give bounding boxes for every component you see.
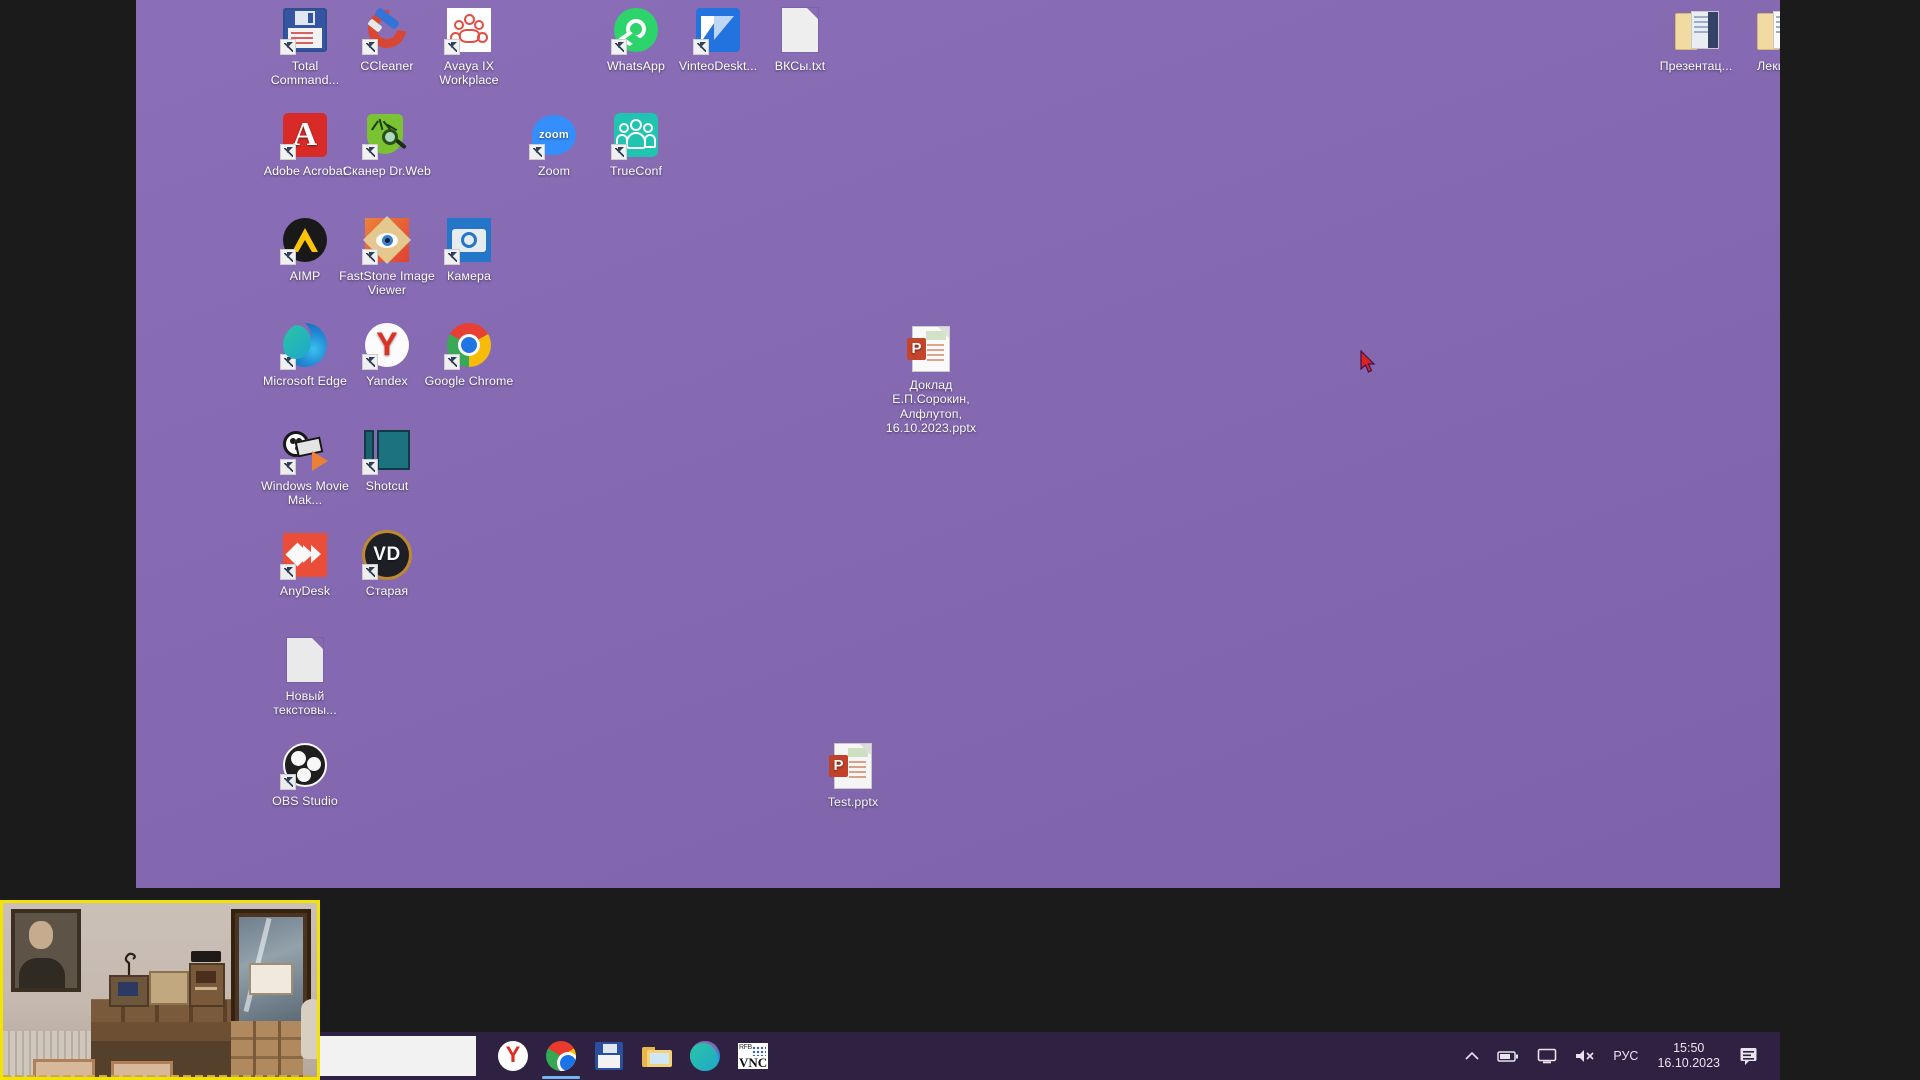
desktop-icon-label: TrueConf	[588, 164, 684, 178]
desktop-icon-new-text-document[interactable]: Новый текстовы...	[257, 636, 353, 718]
trueconf-icon	[612, 111, 660, 159]
webcam-video-frame	[3, 903, 317, 1077]
desktop-icon-shotcut[interactable]: Shotcut	[339, 426, 435, 493]
notification-icon	[1739, 1046, 1761, 1066]
total-commander-icon	[595, 1042, 623, 1070]
screen-root: Total Command... CCleaner A	[0, 0, 1920, 1080]
folder-icon	[1672, 6, 1720, 54]
battery-button[interactable]	[1488, 1032, 1528, 1080]
file-explorer-icon	[642, 1044, 672, 1069]
zoom-icon: zoom	[530, 111, 578, 159]
clock[interactable]: 15:50 16.10.2023	[1647, 1041, 1730, 1071]
google-chrome-icon	[546, 1041, 576, 1071]
total-commander-icon	[281, 6, 329, 54]
faststone-image-viewer-icon	[363, 216, 411, 264]
desktop-icon-label: Новый текстовы...	[257, 689, 353, 718]
clock-time: 15:50	[1657, 1041, 1720, 1056]
desktop-icon-dr-web-scanner[interactable]: Сканер Dr.Web	[339, 111, 435, 178]
windows-movie-maker-icon	[281, 426, 329, 474]
battery-icon	[1497, 1049, 1519, 1063]
ccleaner-icon	[363, 6, 411, 54]
anydesk-icon	[281, 531, 329, 579]
desktop-icon-trueconf[interactable]: TrueConf	[588, 111, 684, 178]
desktop-icon-label: Shotcut	[339, 479, 435, 493]
taskbar[interactable]: Y RFBVNC	[136, 1032, 1780, 1080]
network-button[interactable]	[1528, 1032, 1566, 1080]
desktop-icon-google-chrome[interactable]: Google Chrome	[421, 321, 517, 388]
desktop-icon-staraya[interactable]: VD Старая	[339, 531, 435, 598]
desktop-icon-label: OBS Studio	[257, 794, 353, 808]
taskbar-edge[interactable]	[688, 1039, 722, 1073]
desktop-icon-label: Сканер Dr.Web	[339, 164, 435, 178]
folder-icon	[1754, 6, 1780, 54]
show-hidden-icons-button[interactable]	[1456, 1032, 1488, 1080]
yandex-icon: Y	[363, 321, 411, 369]
dr-web-scanner-icon	[363, 111, 411, 159]
vnc-viewer-icon: RFBVNC	[738, 1043, 768, 1069]
language-indicator[interactable]: РУС	[1604, 1032, 1647, 1080]
microsoft-edge-icon	[690, 1041, 720, 1071]
desktop-icon-label: Доклад Е.П.Сорокин, Алфлутоп, 16.10.2023…	[881, 378, 981, 436]
mouse-cursor	[1360, 350, 1377, 374]
speaker-muted-icon	[1575, 1048, 1595, 1064]
system-tray[interactable]: РУС 15:50 16.10.2023	[1456, 1032, 1770, 1080]
taskbar-total-commander[interactable]	[592, 1039, 626, 1073]
taskbar-file-explorer[interactable]	[640, 1039, 674, 1073]
powerpoint-file-icon: P	[829, 742, 877, 790]
taskbar-app-buttons[interactable]: Y RFBVNC	[496, 1032, 770, 1080]
network-monitor-icon	[1537, 1048, 1557, 1064]
desktop-icon-obs-studio[interactable]: OBS Studio	[257, 741, 353, 808]
desktop-icon-label: Камера	[421, 269, 517, 283]
desktop-icon-label: Avaya IX Workplace	[421, 59, 517, 88]
desktop-icon-test-pptx[interactable]: P Test.pptx	[805, 742, 901, 809]
vinteo-desktop-icon	[694, 6, 742, 54]
chevron-up-icon	[1465, 1051, 1479, 1061]
aimp-icon	[281, 216, 329, 264]
vd-icon: VD	[363, 531, 411, 579]
desktop-icon-label: Google Chrome	[421, 374, 517, 388]
taskbar-chrome[interactable]	[544, 1039, 578, 1073]
language-label: РУС	[1613, 1049, 1638, 1063]
whatsapp-icon	[612, 6, 660, 54]
desktop-icon-label: Старая	[339, 584, 435, 598]
camera-icon	[445, 216, 493, 264]
yandex-icon: Y	[498, 1041, 528, 1071]
desktop-icon-folder-lectures[interactable]: Лекции	[1730, 6, 1780, 73]
desktop-icon-label: ВКСы.txt	[752, 59, 848, 73]
adobe-acrobat-icon: A	[281, 111, 329, 159]
text-file-icon	[776, 6, 824, 54]
webcam-preview[interactable]	[0, 900, 320, 1080]
desktop[interactable]: Total Command... CCleaner A	[136, 0, 1780, 888]
google-chrome-icon	[445, 321, 493, 369]
obs-studio-icon	[281, 741, 329, 789]
microsoft-edge-icon	[281, 321, 329, 369]
volume-button[interactable]	[1566, 1032, 1604, 1080]
avaya-ix-workplace-icon	[445, 6, 493, 54]
notification-center-button[interactable]	[1730, 1032, 1770, 1080]
taskbar-yandex[interactable]: Y	[496, 1039, 530, 1073]
powerpoint-file-icon: P	[907, 325, 955, 373]
desktop-icon-avaya-ix-workplace[interactable]: Avaya IX Workplace	[421, 6, 517, 88]
desktop-icon-label: Test.pptx	[805, 795, 901, 809]
text-file-icon	[281, 636, 329, 684]
desktop-icon-doklad-pptx[interactable]: P Доклад Е.П.Сорокин, Алфлутоп, 16.10.20…	[881, 325, 981, 436]
clock-date: 16.10.2023	[1657, 1056, 1720, 1071]
desktop-icon-camera[interactable]: Камера	[421, 216, 517, 283]
desktop-icon-vksy-txt[interactable]: ВКСы.txt	[752, 6, 848, 73]
desktop-icon-label: Лекции	[1730, 59, 1780, 73]
taskbar-vnc[interactable]: RFBVNC	[736, 1039, 770, 1073]
shotcut-icon	[363, 426, 411, 474]
